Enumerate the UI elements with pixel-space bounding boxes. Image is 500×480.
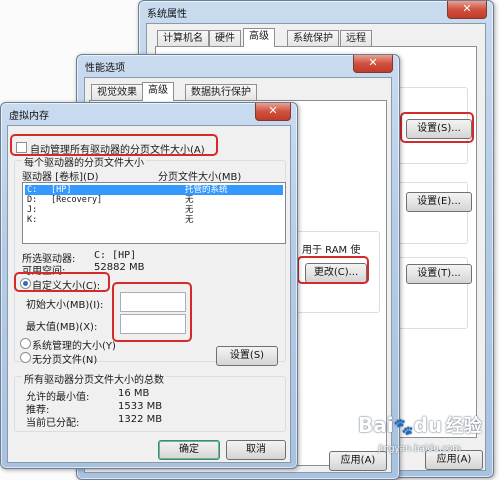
baidu-logo-text: Bai — [358, 413, 394, 437]
button-label: 设置(E)... — [417, 196, 461, 207]
drive-size: 托管的系统 — [185, 185, 228, 195]
close-icon: ✕ — [368, 56, 378, 69]
tab-label: 数据执行保护 — [191, 87, 251, 98]
tab-label: 远程 — [346, 33, 366, 44]
tab-label: 系统保护 — [293, 33, 333, 44]
tab-label: 硬件 — [215, 33, 235, 44]
highlight-change-button — [297, 256, 369, 284]
recommended-value: 1533 MB — [118, 401, 163, 412]
set-button[interactable]: 设置(S) — [216, 346, 278, 366]
drive-letter: K: — [27, 215, 38, 225]
tab-label: 视觉效果 — [97, 87, 137, 98]
drive-label: [Recovery] — [51, 195, 103, 205]
drive-size: 无 — [185, 215, 194, 225]
tab-visual-effects[interactable]: 视觉效果 — [91, 84, 143, 101]
no-paging-file-radio[interactable] — [20, 352, 31, 363]
button-label: 设置(T)... — [417, 268, 461, 279]
close-icon: ✕ — [462, 2, 472, 15]
current-allocated-value: 1322 MB — [118, 414, 163, 425]
tab-computer-name[interactable]: 计算机名 — [157, 30, 209, 47]
system-properties-title: 系统属性 — [147, 9, 187, 20]
virtual-memory-close-button[interactable]: ✕ — [255, 103, 291, 121]
tab-dep[interactable]: 数据执行保护 — [185, 84, 257, 101]
highlight-custom-size-radio — [14, 272, 110, 292]
no-paging-file-label[interactable]: 无分页文件(N) — [32, 351, 97, 366]
system-properties-close-button[interactable]: ✕ — [447, 1, 487, 19]
per-drive-group-title: 每个驱动器的分页文件大小 — [22, 154, 146, 169]
button-label: 应用(A) — [340, 455, 376, 466]
perf-apply-button[interactable]: 应用(A) — [329, 451, 387, 471]
system-managed-label[interactable]: 系统管理的大小(Y) — [32, 337, 116, 352]
paw-icon: 🐾 — [393, 417, 414, 436]
highlight-auto-manage-checkbox — [10, 134, 218, 156]
tab-label: 计算机名 — [163, 33, 203, 44]
drive-list[interactable]: C: [HP] 托管的系统 D: [Recovery] 无 J: 无 K: 无 — [22, 182, 286, 244]
tab-label: 高级 — [148, 85, 168, 96]
button-label: 确定 — [179, 444, 199, 455]
baidu-logo-text-2: du — [413, 413, 443, 437]
column-header-size: 分页文件大小(MB) — [158, 172, 242, 183]
max-size-label: 最大值(MB)(X): — [26, 322, 98, 333]
jingyan-text: 经验 — [445, 416, 482, 437]
tab-perf-advanced[interactable]: 高级 — [142, 82, 174, 101]
list-item[interactable]: C: [HP] 托管的系统 — [25, 185, 283, 195]
performance-options-title: 性能选项 — [85, 63, 125, 74]
list-item[interactable]: D: [Recovery] 无 — [25, 195, 283, 205]
baidu-jingyan-watermark: Bai🐾du 经验 — [358, 412, 482, 438]
performance-options-close-button[interactable]: ✕ — [353, 55, 393, 73]
startup-recovery-settings-button[interactable]: 设置(T)... — [406, 264, 472, 284]
min-allowed-value: 16 MB — [118, 388, 150, 399]
drive-letter: D: — [27, 195, 38, 205]
drive-label: [HP] — [51, 185, 72, 195]
user-profiles-settings-button[interactable]: 设置(E)... — [406, 192, 472, 212]
initial-size-label: 初始大小(MB)(I): — [26, 300, 104, 311]
tab-system-protection[interactable]: 系统保护 — [287, 30, 339, 47]
drive-letter: C: — [27, 185, 38, 195]
drive-size: 无 — [185, 195, 194, 205]
current-allocated-label: 当前已分配: — [26, 418, 80, 429]
tab-remote[interactable]: 远程 — [340, 30, 372, 47]
column-header-drive: 驱动器 [卷标](D) — [22, 172, 99, 183]
tab-advanced[interactable]: 高级 — [243, 28, 275, 47]
drive-letter: J: — [27, 205, 38, 215]
virtual-memory-description: 用于 RAM 使 — [302, 245, 361, 256]
tab-label: 高级 — [249, 31, 269, 42]
drive-size: 无 — [185, 205, 194, 215]
cancel-button[interactable]: 取消 — [226, 440, 286, 460]
watermark-url: jingyan.baidu.com — [378, 444, 462, 454]
selected-drive-value: C: [HP] — [94, 250, 137, 261]
close-icon: ✕ — [268, 104, 278, 117]
button-label: 设置(S) — [229, 350, 265, 361]
virtual-memory-title: 虚拟内存 — [9, 111, 49, 122]
ok-button[interactable]: 确定 — [158, 440, 220, 460]
button-label: 应用(A) — [436, 454, 472, 465]
highlight-performance-settings — [400, 112, 474, 143]
button-label: 取消 — [246, 444, 266, 455]
totals-group-title: 所有驱动器分页文件大小的总数 — [22, 371, 166, 386]
list-item[interactable]: K: 无 — [25, 215, 283, 225]
tab-hardware[interactable]: 硬件 — [209, 30, 241, 47]
system-managed-radio[interactable] — [20, 338, 31, 349]
list-item[interactable]: J: 无 — [25, 205, 283, 215]
highlight-size-inputs — [112, 282, 192, 342]
